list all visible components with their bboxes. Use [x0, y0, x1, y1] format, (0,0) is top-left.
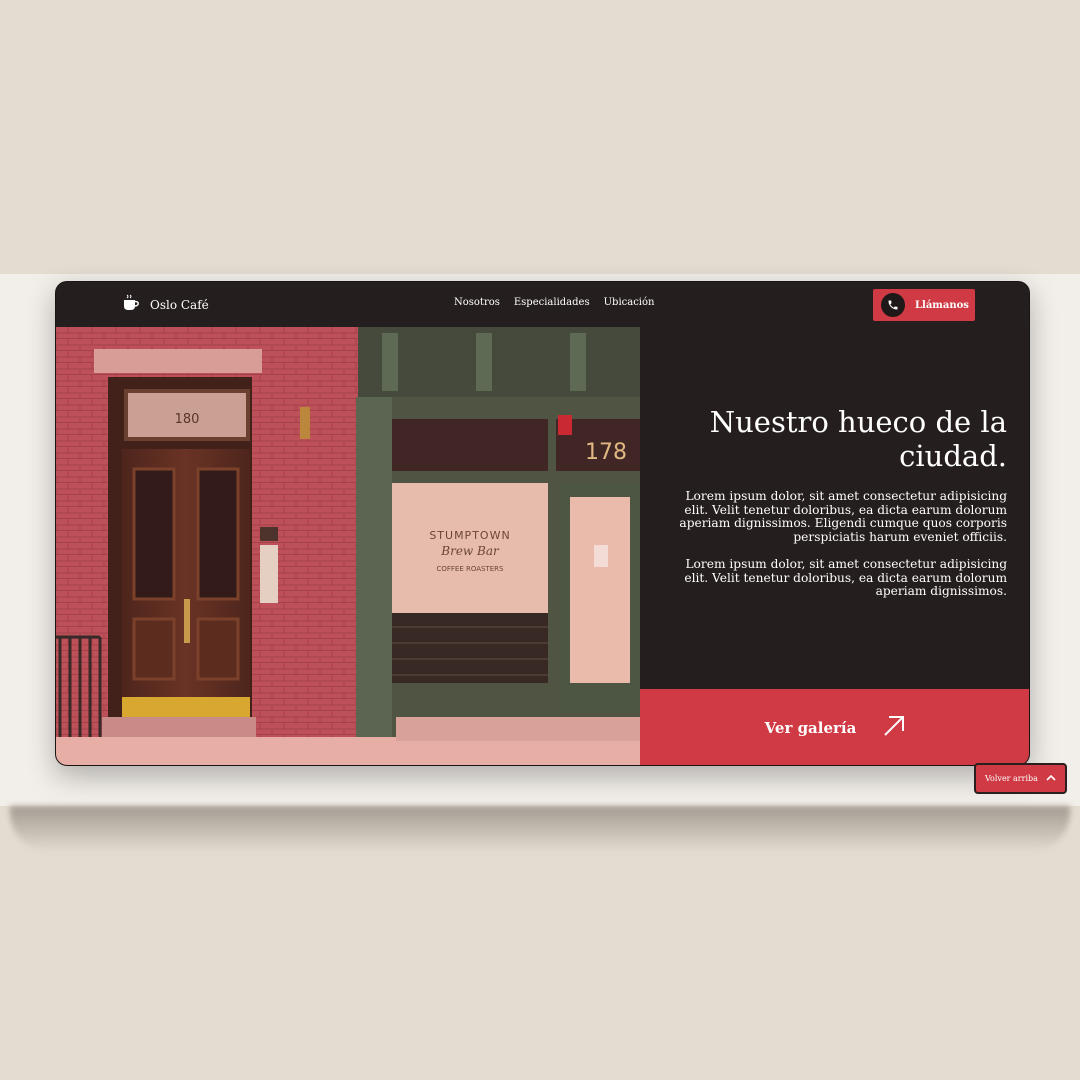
hero-content: Nuestro hueco de la ciudad. Lorem ipsum …: [640, 327, 1029, 689]
brand-logo[interactable]: Oslo Café: [122, 294, 209, 315]
arrow-up-right-icon: [882, 714, 906, 742]
brand-name: Oslo Café: [150, 297, 209, 312]
phone-icon: [881, 293, 905, 317]
navbar: Oslo Café Nosotros Especialidades Ubicac…: [56, 282, 1029, 327]
nav-link-nosotros[interactable]: Nosotros: [454, 297, 500, 308]
hero-paragraph-2: Lorem ipsum dolor, sit amet consectetur …: [684, 557, 1007, 598]
band-shadow: [10, 806, 1070, 852]
hero-card: Oslo Café Nosotros Especialidades Ubicac…: [55, 281, 1030, 766]
coffee-cup-icon: [122, 294, 140, 315]
hero-headline-line2: ciudad.: [899, 439, 1007, 473]
nav-link-ubicacion[interactable]: Ubicación: [604, 297, 655, 308]
storefront-photo: 180 178 STUMPTOWN Brew Bar COFFEE ROASTE…: [56, 327, 640, 765]
nav-link-especialidades[interactable]: Especialidades: [514, 297, 590, 308]
back-to-top-button[interactable]: Volver arriba: [974, 763, 1067, 794]
hero-headline: Nuestro hueco de la ciudad.: [670, 405, 1007, 473]
back-to-top-label: Volver arriba: [985, 774, 1038, 783]
hero-headline-line1: Nuestro hueco de la: [709, 405, 1007, 439]
gallery-button[interactable]: Ver galería: [640, 689, 1029, 765]
call-button[interactable]: Llámanos: [873, 289, 975, 321]
hero-paragraph-1: Lorem ipsum dolor, sit amet consectetur …: [679, 489, 1007, 544]
call-button-label: Llámanos: [915, 299, 969, 311]
gallery-button-label: Ver galería: [764, 719, 857, 737]
nav-links: Nosotros Especialidades Ubicación: [454, 297, 654, 308]
chevron-up-icon: [1045, 772, 1057, 786]
